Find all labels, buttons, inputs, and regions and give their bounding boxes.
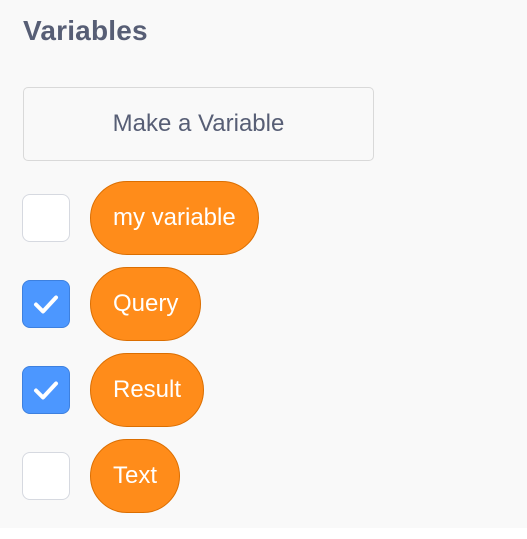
checkmark-icon (34, 381, 58, 400)
variable-monitor-checkbox-my-variable[interactable] (22, 194, 70, 242)
checkmark-icon (34, 295, 58, 314)
category-title-variables: Variables (23, 15, 148, 46)
blocks-palette: Variables Make a Variable my variable Qu… (0, 0, 527, 539)
variable-row-query: Query (22, 267, 322, 341)
variable-monitor-checkbox-result[interactable] (22, 366, 70, 414)
palette-bottom-edge (0, 528, 527, 539)
variable-block-result[interactable]: Result (90, 353, 205, 427)
variable-row-text: Text (22, 439, 322, 513)
palette-left-edge (0, 0, 10, 539)
make-variable-button[interactable]: Make a Variable (23, 87, 374, 161)
variable-block-my-variable[interactable]: my variable (90, 181, 259, 255)
variable-block-text[interactable]: Text (90, 439, 181, 513)
variable-monitor-checkbox-query[interactable] (22, 280, 70, 328)
variable-row-my-variable: my variable (22, 181, 322, 255)
variable-row-result: Result (22, 353, 322, 427)
variable-monitor-checkbox-text[interactable] (22, 452, 70, 500)
variable-block-query[interactable]: Query (90, 267, 202, 341)
